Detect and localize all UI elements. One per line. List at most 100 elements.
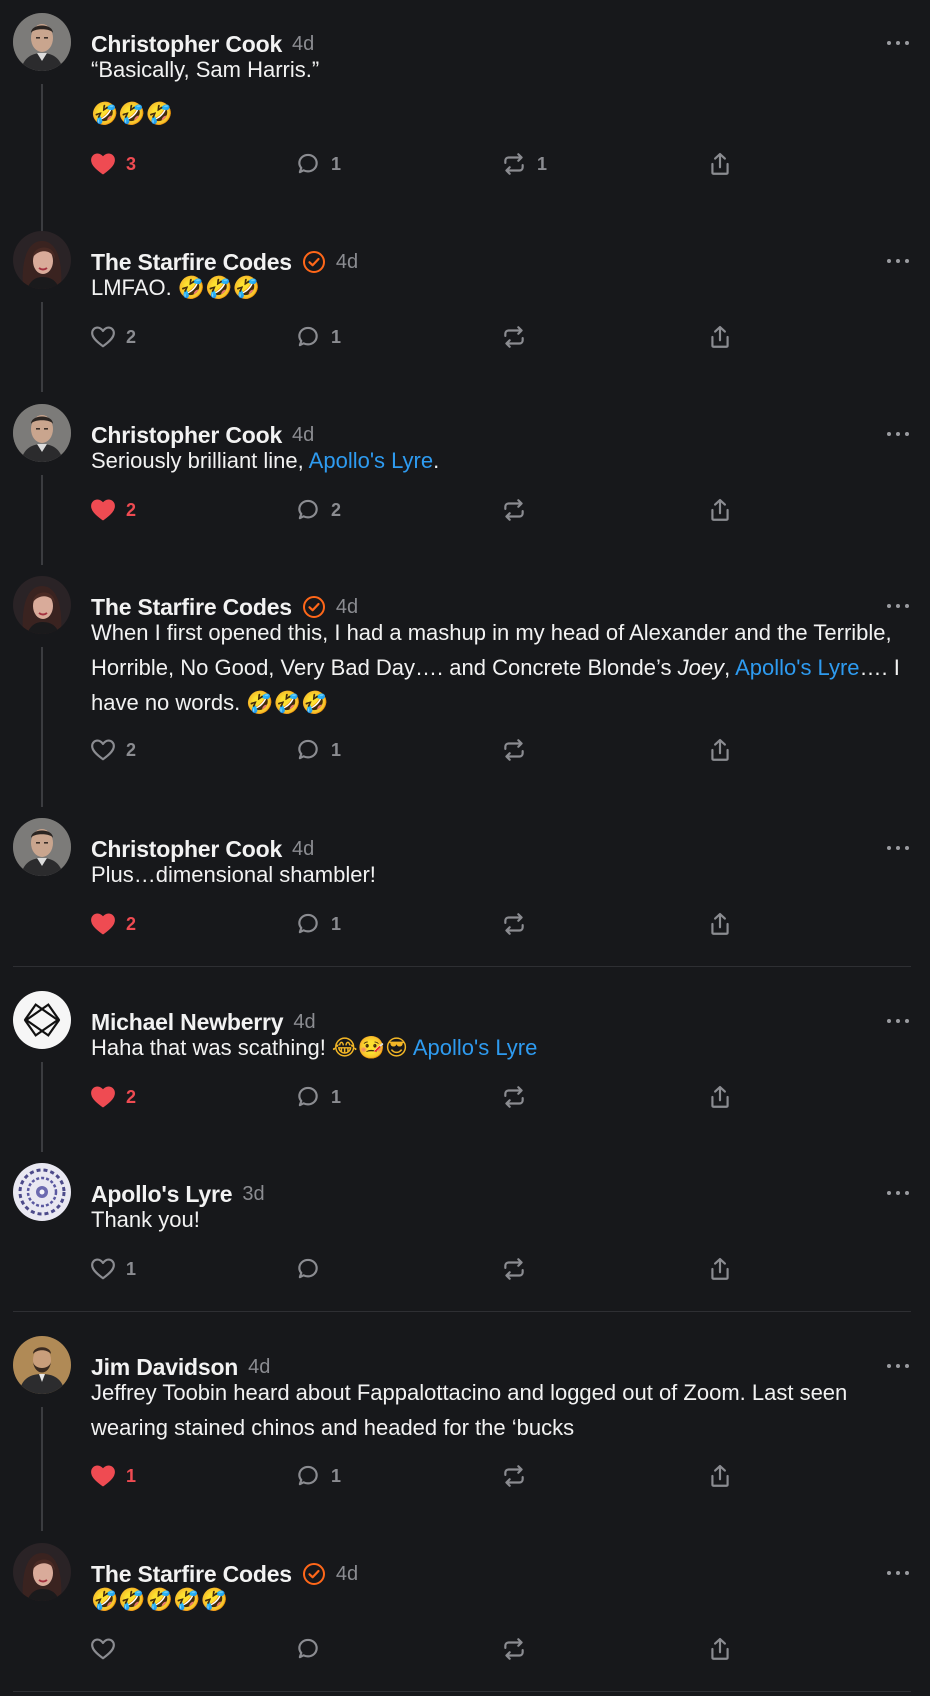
reply-count: 1: [331, 739, 342, 760]
restack-button[interactable]: 1: [501, 148, 547, 180]
avatar[interactable]: [13, 818, 71, 876]
share-button[interactable]: [707, 148, 733, 180]
comment-bubble-icon: [295, 1463, 321, 1489]
like-button[interactable]: 2: [90, 908, 136, 940]
reply-button[interactable]: 1: [295, 734, 341, 766]
restack-button[interactable]: [501, 1081, 527, 1113]
share-button[interactable]: [707, 1460, 733, 1492]
reply-button[interactable]: 1: [295, 148, 341, 180]
heart-outline-icon: [90, 1636, 116, 1662]
comment-text: Haha that was scathing! 😂🤒😎 Apollo's Lyr…: [91, 1030, 911, 1066]
avatar[interactable]: [13, 576, 71, 634]
reply-button[interactable]: 1: [295, 1460, 341, 1492]
thread-line: [41, 647, 43, 807]
comment-bubble-icon: [295, 1256, 321, 1282]
avatar[interactable]: [13, 404, 71, 462]
share-button[interactable]: [707, 908, 733, 940]
share-icon: [707, 1636, 733, 1662]
share-button[interactable]: [707, 1253, 733, 1285]
restack-button[interactable]: [501, 1460, 527, 1492]
comment-text-line: “Basically, Sam Harris.”: [91, 57, 320, 82]
reply-count: 1: [331, 153, 342, 174]
thread-divider: [13, 966, 911, 967]
share-button[interactable]: [707, 1081, 733, 1113]
mention-link[interactable]: Apollo's Lyre: [309, 448, 433, 473]
heart-filled-icon: [90, 1084, 116, 1110]
comment-text: “Basically, Sam Harris.” 🤣🤣🤣: [91, 52, 911, 132]
reply-count: 2: [331, 499, 342, 520]
more-options-icon[interactable]: [887, 1011, 909, 1031]
like-button[interactable]: 1: [90, 1460, 136, 1492]
like-count: 2: [126, 499, 137, 520]
more-options-icon[interactable]: [887, 596, 909, 616]
share-icon: [707, 1256, 733, 1282]
restack-button[interactable]: [501, 908, 527, 940]
more-options-icon[interactable]: [887, 251, 909, 271]
avatar[interactable]: [13, 231, 71, 289]
thread-divider: [13, 1691, 911, 1692]
heart-filled-icon: [90, 497, 116, 523]
reply-button[interactable]: 1: [295, 321, 341, 353]
more-options-icon[interactable]: [887, 1356, 909, 1376]
heart-filled-icon: [90, 151, 116, 177]
reply-button[interactable]: 1: [295, 1081, 341, 1113]
share-button[interactable]: [707, 321, 733, 353]
avatar[interactable]: [13, 1163, 71, 1221]
comment-text-comma: ,: [724, 655, 731, 680]
comment-text: Seriously brilliant line, Apollo's Lyre.: [91, 443, 911, 478]
share-button[interactable]: [707, 1633, 733, 1665]
restack-icon: [501, 1256, 527, 1282]
restack-button[interactable]: [501, 1253, 527, 1285]
more-options-icon[interactable]: [887, 424, 909, 444]
restack-button[interactable]: [501, 321, 527, 353]
reply-button[interactable]: 1: [295, 908, 341, 940]
restack-button[interactable]: [501, 1633, 527, 1665]
more-options-icon[interactable]: [887, 838, 909, 858]
avatar-image: [13, 231, 71, 289]
like-button[interactable]: 2: [90, 734, 136, 766]
like-button[interactable]: 2: [90, 1081, 136, 1113]
restack-icon: [501, 1084, 527, 1110]
restack-button[interactable]: [501, 494, 527, 526]
avatar[interactable]: [13, 13, 71, 71]
reply-count: 1: [331, 913, 342, 934]
like-button[interactable]: 1: [90, 1253, 136, 1285]
restack-icon: [501, 1463, 527, 1489]
heart-filled-icon: [90, 911, 116, 937]
restack-count: 1: [537, 153, 548, 174]
like-count: 2: [126, 326, 137, 347]
avatar-image: [13, 1336, 71, 1394]
more-options-icon[interactable]: [887, 1183, 909, 1203]
like-count: 1: [126, 1258, 137, 1279]
like-button[interactable]: 2: [90, 321, 136, 353]
restack-icon: [501, 497, 527, 523]
avatar[interactable]: [13, 1543, 71, 1601]
restack-icon: [501, 737, 527, 763]
comment-text-line: Haha that was scathing!: [91, 1035, 332, 1060]
comment-emoji: 🤣🤣🤣: [177, 276, 260, 301]
avatar-image: [13, 404, 71, 462]
comment-bubble-icon: [295, 911, 321, 937]
like-button[interactable]: 2: [90, 494, 136, 526]
heart-outline-icon: [90, 737, 116, 763]
like-button[interactable]: [90, 1633, 116, 1665]
reply-button[interactable]: 2: [295, 494, 341, 526]
share-icon: [707, 497, 733, 523]
heart-outline-icon: [90, 1256, 116, 1282]
comment-bubble-icon: [295, 1084, 321, 1110]
avatar-image: [13, 1543, 71, 1601]
restack-button[interactable]: [501, 734, 527, 766]
share-button[interactable]: [707, 734, 733, 766]
share-button[interactable]: [707, 494, 733, 526]
more-options-icon[interactable]: [887, 33, 909, 53]
reply-button[interactable]: [295, 1253, 321, 1285]
avatar[interactable]: [13, 991, 71, 1049]
more-options-icon[interactable]: [887, 1563, 909, 1583]
mention-link[interactable]: Apollo's Lyre: [735, 655, 859, 680]
mention-link[interactable]: Apollo's Lyre: [413, 1035, 537, 1060]
reply-button[interactable]: [295, 1633, 321, 1665]
like-button[interactable]: 3: [90, 148, 136, 180]
avatar[interactable]: [13, 1336, 71, 1394]
italic-title: Joey: [677, 655, 725, 680]
avatar-image: [13, 576, 71, 634]
